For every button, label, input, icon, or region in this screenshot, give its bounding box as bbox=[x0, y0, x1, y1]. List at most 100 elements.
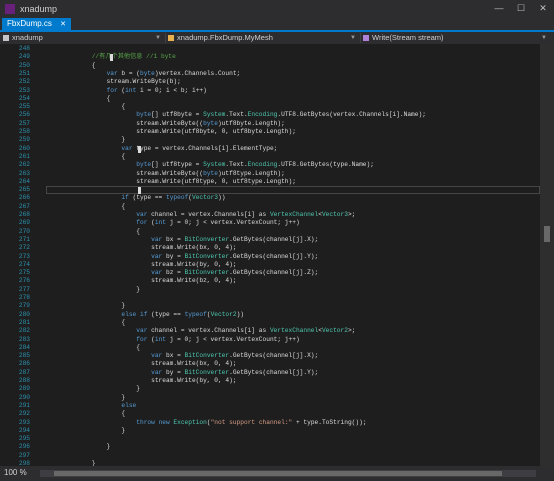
code-line[interactable]: 293 throw new Exception("not support cha… bbox=[0, 419, 540, 427]
code-line[interactable]: 262 byte[] utf8type = System.Text.Encodi… bbox=[0, 161, 540, 169]
code-line[interactable]: 291 else bbox=[0, 402, 540, 410]
line-number: 264 bbox=[18, 177, 30, 185]
line-number: 263 bbox=[18, 169, 30, 177]
code-text: for (int i = 0; i < b; i++) bbox=[106, 86, 207, 94]
line-number: 296 bbox=[18, 443, 30, 451]
code-line[interactable]: 259 } bbox=[0, 136, 540, 144]
code-text: var bx = BitConverter.GetBytes(channel[j… bbox=[151, 352, 319, 360]
maximize-button[interactable]: ☐ bbox=[510, 0, 532, 17]
code-text: stream.Write(bx, 0, 4); bbox=[62, 244, 237, 252]
code-line[interactable]: 272 stream.Write(bx, 0, 4); bbox=[0, 244, 540, 252]
code-text: { bbox=[62, 410, 126, 418]
tab-close-icon[interactable]: ✕ bbox=[60, 21, 66, 28]
code-editor[interactable]: 248 249 //有几个其他信息 //1 byte 250 {251 var b … bbox=[0, 44, 554, 466]
code-line[interactable]: 279 } bbox=[0, 302, 540, 310]
code-text: else bbox=[121, 401, 137, 409]
line-number: 265 bbox=[18, 186, 30, 194]
code-line[interactable]: 250 { bbox=[0, 62, 540, 70]
code-line[interactable]: 290 } bbox=[0, 394, 540, 402]
code-text: var b = (byte)vertex.Channels.Count; bbox=[106, 69, 241, 77]
line-number: 258 bbox=[18, 128, 30, 135]
line-number: 253 bbox=[18, 86, 30, 94]
code-line[interactable]: 270 { bbox=[0, 228, 540, 236]
code-line[interactable]: 284 { bbox=[0, 344, 540, 352]
caret-marker bbox=[138, 145, 141, 153]
line-number: 271 bbox=[18, 235, 30, 243]
line-number: 277 bbox=[18, 285, 30, 293]
code-line[interactable]: 276 stream.Write(bz, 0, 4); bbox=[0, 277, 540, 285]
code-text: var channel = vertex.Channels[i] as Vert… bbox=[136, 327, 356, 335]
code-line[interactable]: 275 var bz = BitConverter.GetBytes(chann… bbox=[0, 269, 540, 277]
line-number: 251 bbox=[18, 69, 30, 77]
code-line[interactable]: 266 if (type == typeof(Vector3)) bbox=[0, 194, 540, 202]
code-line[interactable]: 249 //有几个其他信息 //1 byte bbox=[0, 53, 540, 61]
code-line[interactable]: 281 { bbox=[0, 319, 540, 327]
tab-fbxdump-cs[interactable]: FbxDump.cs ✕ bbox=[2, 18, 72, 30]
class-label: xnadump.FbxDump.MyMesh bbox=[177, 33, 273, 42]
code-line[interactable]: 271 var bx = BitConverter.GetBytes(chann… bbox=[0, 236, 540, 244]
line-number: 261 bbox=[18, 152, 30, 160]
code-line[interactable]: 277 } bbox=[0, 286, 540, 294]
code-line[interactable]: 267 { bbox=[0, 203, 540, 211]
code-line[interactable]: 269 for (int j = 0; j < vertex.VertexCou… bbox=[0, 219, 540, 227]
code-text: } bbox=[62, 285, 140, 293]
code-line[interactable]: 283 for (int j = 0; j < vertex.VertexCou… bbox=[0, 336, 540, 344]
project-dropdown[interactable]: xnadump ▼ bbox=[3, 33, 163, 43]
code-line[interactable]: 295 bbox=[0, 435, 540, 443]
horizontal-scroll-thumb[interactable] bbox=[54, 471, 502, 476]
code-line[interactable]: 285 var bx = BitConverter.GetBytes(chann… bbox=[0, 352, 540, 360]
code-text: } bbox=[62, 302, 126, 310]
code-line[interactable]: 258 stream.Write(utf8byte, 0, utf8byte.L… bbox=[0, 128, 540, 136]
code-line[interactable]: 255 { bbox=[0, 103, 540, 111]
code-line[interactable]: 280 else if (type == typeof(Vector2)) bbox=[0, 311, 540, 319]
code-text: stream.WriteByte((byte)utf8type.Length); bbox=[62, 169, 285, 177]
code-line[interactable]: 274 stream.Write(by, 0, 4); bbox=[0, 261, 540, 269]
code-text: } bbox=[62, 426, 126, 434]
code-text: else if (type == typeof(Vector2)) bbox=[121, 310, 245, 318]
code-line[interactable]: 288 stream.Write(by, 0, 4); bbox=[0, 377, 540, 385]
close-window-button[interactable]: ✕ bbox=[532, 0, 554, 17]
horizontal-scrollbar[interactable] bbox=[40, 470, 536, 477]
code-line[interactable]: 264 stream.Write(utf8type, 0, utf8type.L… bbox=[0, 178, 540, 186]
code-line[interactable]: 287 var by = BitConverter.GetBytes(chann… bbox=[0, 369, 540, 377]
line-number: 257 bbox=[18, 119, 30, 127]
code-line[interactable]: 251 var b = (byte)vertex.Channels.Count; bbox=[0, 70, 540, 78]
minimize-button[interactable]: — bbox=[488, 0, 510, 17]
code-text: var channel = vertex.Channels[i] as Vert… bbox=[136, 211, 356, 218]
line-number: 260 bbox=[18, 144, 30, 152]
code-line[interactable]: 278 bbox=[0, 294, 540, 302]
code-line[interactable]: 273 var by = BitConverter.GetBytes(chann… bbox=[0, 253, 540, 261]
code-line[interactable]: 261 { bbox=[0, 153, 540, 161]
code-line[interactable]: 256 byte[] utf8byte = System.Text.Encodi… bbox=[0, 111, 540, 119]
code-line[interactable]: 260 var type = vertex.Channels[i].Elemen… bbox=[0, 145, 540, 153]
code-line[interactable]: 254 { bbox=[0, 95, 540, 103]
code-line[interactable]: 289 } bbox=[0, 385, 540, 393]
code-line[interactable]: 292 { bbox=[0, 410, 540, 418]
line-number: 276 bbox=[18, 277, 30, 285]
class-icon bbox=[168, 35, 174, 41]
line-number: 268 bbox=[18, 211, 30, 218]
line-number: 294 bbox=[18, 426, 30, 434]
code-text: var type = vertex.Channels[i].ElementTyp… bbox=[121, 144, 278, 152]
chevron-down-icon: ▼ bbox=[350, 35, 356, 41]
code-line[interactable]: 282 var channel = vertex.Channels[i] as … bbox=[0, 327, 540, 335]
code-line[interactable]: 253 for (int i = 0; i < b; i++) bbox=[0, 87, 540, 95]
code-line[interactable]: 294 } bbox=[0, 427, 540, 435]
code-line[interactable]: 297 bbox=[0, 452, 540, 460]
class-dropdown[interactable]: xnadump.FbxDump.MyMesh ▼ bbox=[168, 33, 358, 43]
zoom-level[interactable]: 100 % bbox=[4, 468, 27, 477]
code-line[interactable]: 268 var channel = vertex.Channels[i] as … bbox=[0, 211, 540, 219]
vertical-scrollbar[interactable] bbox=[540, 44, 554, 466]
code-line[interactable]: 252 stream.WriteByte(b); bbox=[0, 78, 540, 86]
code-line[interactable]: 257 stream.WriteByte((byte)utf8byte.Leng… bbox=[0, 120, 540, 128]
code-text: stream.Write(bx, 0, 4); bbox=[62, 360, 237, 368]
code-line[interactable]: 296 } bbox=[0, 443, 540, 451]
code-line[interactable]: 286 stream.Write(bx, 0, 4); bbox=[0, 360, 540, 368]
editor-bottom-bar: 100 % bbox=[0, 466, 554, 481]
line-number: 284 bbox=[18, 343, 30, 351]
line-number: 266 bbox=[18, 194, 30, 202]
member-dropdown[interactable]: Write(Stream stream) ▼ bbox=[363, 33, 549, 43]
vertical-scroll-thumb[interactable] bbox=[544, 226, 550, 242]
line-number: 281 bbox=[18, 318, 30, 326]
code-line[interactable]: 263 stream.WriteByte((byte)utf8type.Leng… bbox=[0, 170, 540, 178]
